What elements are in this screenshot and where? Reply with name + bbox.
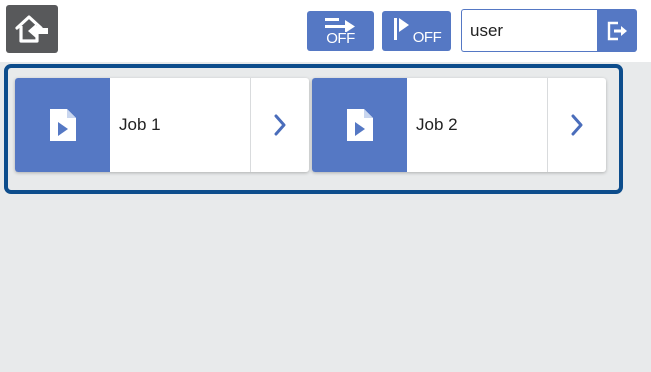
document-play-icon	[49, 109, 76, 141]
logout-icon	[607, 21, 627, 40]
job-list-panel: Job 1 Job 2	[0, 62, 651, 372]
top-bar: OFF OFF user	[0, 0, 651, 62]
job-arrow-button[interactable]	[250, 78, 309, 172]
autostart-status-text: OFF	[412, 29, 442, 46]
job-card-2[interactable]: Job 2	[312, 78, 606, 172]
document-play-icon	[346, 109, 373, 141]
transfer-status-text: OFF	[326, 30, 355, 47]
job-card-1[interactable]: Job 1	[15, 78, 309, 172]
job-arrow-button[interactable]	[547, 78, 606, 172]
job-icon-area	[312, 78, 407, 172]
home-button[interactable]	[6, 5, 58, 53]
home-return-icon	[15, 15, 48, 43]
autostart-off-button[interactable]: OFF	[382, 11, 451, 51]
job-label: Job 1	[119, 115, 161, 134]
job-label: Job 2	[416, 115, 458, 134]
autostart-icon	[393, 18, 409, 40]
chevron-right-icon	[571, 114, 583, 136]
job-icon-area	[15, 78, 110, 172]
user-field[interactable]: user	[461, 9, 597, 52]
logout-button[interactable]	[597, 9, 637, 52]
chevron-right-icon	[274, 114, 286, 136]
transfer-off-button[interactable]: OFF	[307, 11, 374, 51]
